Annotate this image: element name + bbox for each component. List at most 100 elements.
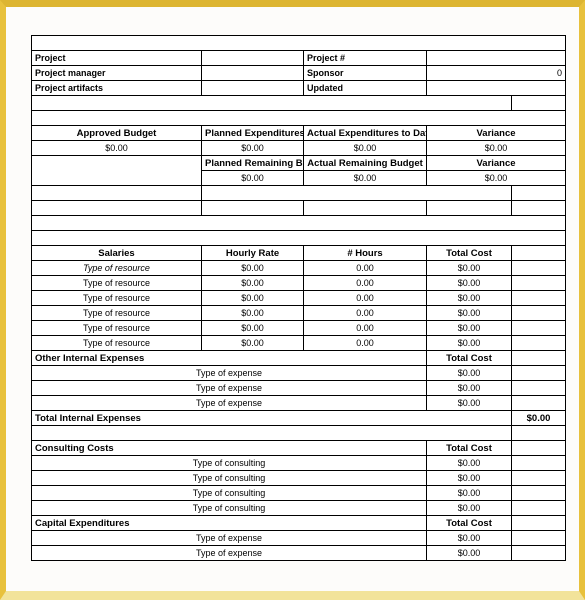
table-row: Type of expense $0.00 <box>31 530 567 546</box>
table-row: Type of consulting $0.00 <box>31 455 567 471</box>
consulting-name[interactable]: Type of consulting <box>31 470 427 486</box>
external-expenses-banner-row: External Expenses <box>31 425 567 441</box>
capital-spare <box>510 515 567 531</box>
other-internal-spare <box>510 350 567 366</box>
planned-expenditures-value[interactable]: $0.00 <box>201 140 304 156</box>
consulting-total-cost-header: Total Cost <box>426 440 512 456</box>
table-row: Type of consulting $0.00 <box>31 500 567 516</box>
consulting-name[interactable]: Type of consulting <box>31 485 427 501</box>
capital-name[interactable]: Type of expense <box>31 545 427 561</box>
consulting-name[interactable]: Type of consulting <box>31 500 427 516</box>
resource-name[interactable]: Type of resource <box>31 275 202 291</box>
table-row: Type of expense $0.00 <box>31 395 567 411</box>
total-internal-expenses-value: $0.00 <box>510 410 567 426</box>
resource-name-text: Type of resource <box>83 262 150 273</box>
planned-remaining-value[interactable]: $0.00 <box>201 170 304 186</box>
expense-name[interactable]: Type of expense <box>31 395 427 411</box>
actual-expenditures-header: Actual Expenditures to Date <box>303 125 427 141</box>
resource-name[interactable]: Type of resource <box>31 290 202 306</box>
spacer-cell <box>201 200 304 216</box>
capital-total[interactable]: $0.00 <box>426 545 512 561</box>
consulting-total[interactable]: $0.00 <box>426 455 512 471</box>
updated-label: Updated <box>303 80 427 96</box>
resource-hours[interactable]: 0.00 <box>303 275 427 291</box>
resource-name[interactable]: Type of resource <box>31 335 202 351</box>
row-spare <box>510 545 567 561</box>
consulting-total[interactable]: $0.00 <box>426 485 512 501</box>
resource-total[interactable]: $0.00 <box>426 275 512 291</box>
row-spare <box>510 455 567 471</box>
resource-total[interactable]: $0.00 <box>426 260 512 276</box>
resource-name[interactable]: Type of resource <box>31 305 202 321</box>
resource-rate[interactable]: $0.00 <box>201 290 304 306</box>
table-row: Type of resource $0.00 0.00 $0.00 <box>31 305 567 321</box>
salaries-spare <box>510 245 567 261</box>
project-manager-value[interactable] <box>201 65 304 81</box>
approved-budget-value[interactable]: $0.00 <box>31 140 202 156</box>
resource-total[interactable]: $0.00 <box>426 320 512 336</box>
expense-total[interactable]: $0.00 <box>426 395 512 411</box>
page-frame: Budget Project Project # Project manager… <box>0 0 585 600</box>
resource-hours[interactable]: 0.00 <box>303 320 427 336</box>
expense-total[interactable]: $0.00 <box>426 380 512 396</box>
table-row: Type of resource $0.00 0.00 $0.00 <box>31 335 567 351</box>
resource-name[interactable]: Type of resource <box>31 260 202 276</box>
variance-value-1[interactable]: $0.00 <box>425 140 567 156</box>
consulting-costs-header: Consulting Costs <box>31 440 427 456</box>
consulting-total[interactable]: $0.00 <box>426 500 512 516</box>
other-internal-header-row: Other Internal Expenses Total Cost <box>31 350 567 366</box>
budget-details-banner: Budget Details <box>30 215 567 231</box>
table-row: Type of consulting $0.00 <box>31 485 567 501</box>
row-spare <box>510 275 567 291</box>
spacer-row <box>31 200 567 216</box>
variance-value-2[interactable]: $0.00 <box>425 170 567 186</box>
additional-needed-row: Additional $ needed <box>31 185 567 201</box>
project-number-value[interactable] <box>425 50 567 66</box>
resource-total[interactable]: $0.00 <box>426 305 512 321</box>
resource-rate[interactable]: $0.00 <box>201 275 304 291</box>
expense-name[interactable]: Type of expense <box>31 380 427 396</box>
capital-header-row: Capital Expenditures Total Cost <box>31 515 567 531</box>
resource-name[interactable]: Type of resource <box>31 320 202 336</box>
expense-name[interactable]: Type of expense <box>31 365 427 381</box>
budget-status-header-row: Approved Budget Planned Expenditures to … <box>31 125 567 141</box>
resource-rate[interactable]: $0.00 <box>201 320 304 336</box>
total-cost-header: Total Cost <box>426 245 512 261</box>
resource-hours[interactable]: 0.00 <box>303 305 427 321</box>
spacer-cell <box>510 200 567 216</box>
resource-rate[interactable]: $0.00 <box>201 260 304 276</box>
capital-total[interactable]: $0.00 <box>426 530 512 546</box>
budget-status-banner-row: Budget Status <box>30 110 567 126</box>
expense-total[interactable]: $0.00 <box>426 365 512 381</box>
resource-hours[interactable]: 0.00 <box>303 335 427 351</box>
project-artifacts-value[interactable] <box>201 80 304 96</box>
actual-expenditures-value[interactable]: $0.00 <box>303 140 427 156</box>
resource-total[interactable]: $0.00 <box>426 290 512 306</box>
sponsor-value[interactable]: 0 <box>425 65 567 81</box>
row-spare <box>510 290 567 306</box>
spacer-row <box>31 95 567 111</box>
project-manager-label: Project manager <box>31 65 202 81</box>
variance-header-1: Variance <box>425 125 567 141</box>
table-row: Project Project # <box>31 50 567 66</box>
resource-total[interactable]: $0.00 <box>426 335 512 351</box>
capital-name[interactable]: Type of expense <box>31 530 427 546</box>
table-row: Type of resource $0.00 0.00 $0.00 <box>31 320 567 336</box>
actual-remaining-value[interactable]: $0.00 <box>303 170 427 186</box>
project-value[interactable] <box>201 50 304 66</box>
budget-status-header-row-2: Planned Remaining Budget Actual Remainin… <box>31 155 567 186</box>
consulting-name[interactable]: Type of consulting <box>31 455 427 471</box>
row-spare <box>510 380 567 396</box>
resource-rate[interactable]: $0.00 <box>201 335 304 351</box>
resource-hours[interactable]: 0.00 <box>303 260 427 276</box>
updated-value[interactable] <box>425 80 567 96</box>
row-spare <box>510 500 567 516</box>
hours-header: # Hours <box>303 245 427 261</box>
additional-needed-value[interactable] <box>201 185 512 201</box>
resource-hours[interactable]: 0.00 <box>303 290 427 306</box>
capital-total-cost-header: Total Cost <box>426 515 512 531</box>
internal-expenses-banner-row: Internal Expenses <box>30 230 567 246</box>
consulting-total[interactable]: $0.00 <box>426 470 512 486</box>
resource-rate[interactable]: $0.00 <box>201 305 304 321</box>
consulting-spare <box>510 440 567 456</box>
